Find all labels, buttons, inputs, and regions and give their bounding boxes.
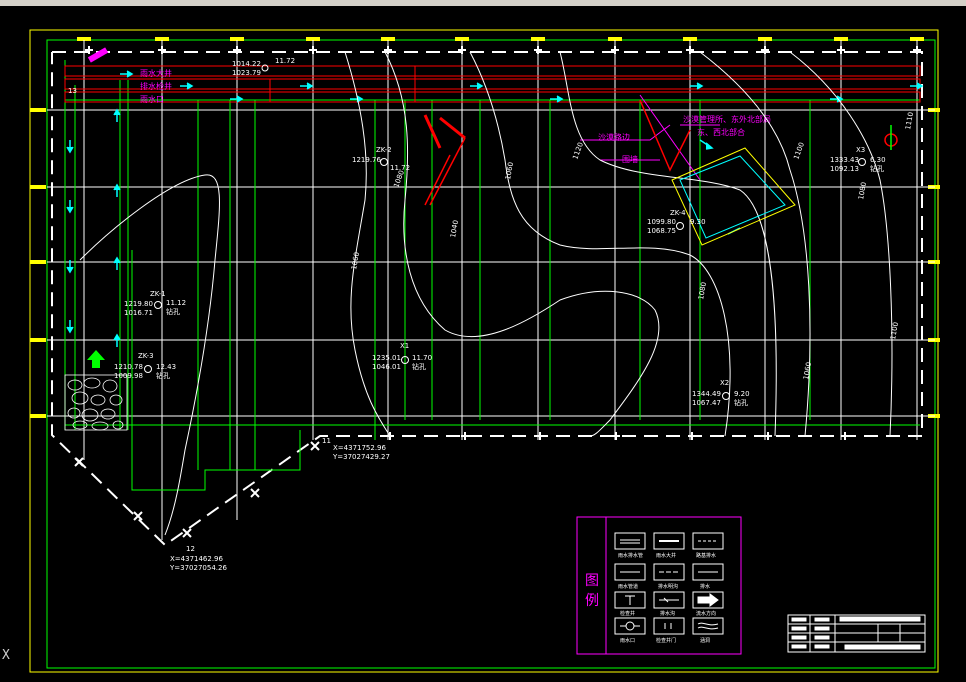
canvas-background	[0, 6, 966, 682]
svg-text:1344.49: 1344.49	[692, 390, 721, 398]
svg-text:雨水口: 雨水口	[620, 637, 635, 644]
svg-text:11.72: 11.72	[275, 57, 295, 65]
svg-text:6.30: 6.30	[870, 156, 886, 164]
annotation-purple-4: 围墙	[622, 154, 638, 164]
svg-text:ZK-2: ZK-2	[376, 146, 392, 154]
svg-text:1210.78: 1210.78	[114, 363, 143, 371]
svg-text:检查井: 检查井	[620, 610, 635, 617]
svg-text:12: 12	[186, 545, 195, 553]
svg-text:1023.79: 1023.79	[232, 69, 261, 77]
svg-text:9.20: 9.20	[734, 390, 750, 398]
svg-text:X=4371752.96: X=4371752.96	[333, 444, 387, 452]
svg-text:1016.71: 1016.71	[124, 309, 153, 317]
svg-text:涵洞: 涵洞	[700, 637, 710, 644]
svg-text:X2: X2	[720, 379, 729, 387]
svg-text:1068.75: 1068.75	[647, 227, 676, 235]
svg-text:1235.01: 1235.01	[372, 354, 401, 362]
annotation-purple-3: 东、西北部合	[697, 127, 745, 137]
svg-text:排水: 排水	[700, 583, 710, 590]
legend-title-2: 例	[585, 593, 599, 609]
svg-text:11: 11	[322, 437, 331, 445]
svg-text:ZK-1: ZK-1	[150, 290, 166, 298]
svg-text:排水明沟: 排水明沟	[658, 583, 678, 590]
svg-text:9.30: 9.30	[690, 218, 706, 226]
svg-text:1219.80: 1219.80	[124, 300, 153, 308]
svg-text:1046.01: 1046.01	[372, 363, 401, 371]
svg-text:11.12: 11.12	[166, 299, 186, 307]
svg-text:钻孔: 钻孔	[734, 398, 748, 407]
svg-text:11.72: 11.72	[390, 164, 410, 172]
svg-text:11.70: 11.70	[412, 354, 432, 362]
svg-text:雨水管道: 雨水管道	[618, 583, 638, 590]
annotation-purple-2: 沙漠路边	[598, 132, 630, 142]
pipe-label-2: 排水检井	[140, 81, 172, 91]
svg-text:钻孔: 钻孔	[870, 164, 884, 173]
pipe-label-1: 雨水大井	[140, 68, 172, 78]
svg-text:1014.22: 1014.22	[232, 60, 261, 68]
annotation-purple-1: 沙漠管理所、东外北部局	[683, 114, 771, 124]
svg-text:1333.43: 1333.43	[830, 156, 859, 164]
svg-text:雨水大井: 雨水大井	[656, 552, 676, 559]
svg-text:1067.47: 1067.47	[692, 399, 721, 407]
svg-text:钻孔: 钻孔	[412, 362, 426, 371]
svg-text:钻孔: 钻孔	[156, 371, 170, 380]
svg-text:雨水排水管: 雨水排水管	[618, 552, 643, 559]
svg-text:13: 13	[68, 87, 77, 95]
svg-text:检查井门: 检查井门	[656, 637, 676, 644]
svg-text:1099.80: 1099.80	[647, 218, 676, 226]
pipe-label-3: 雨水口	[140, 94, 164, 104]
svg-text:ZK-4: ZK-4	[670, 209, 686, 217]
svg-text:路基排水: 路基排水	[696, 552, 716, 559]
svg-text:X3: X3	[856, 146, 865, 154]
ucs-axis-x-label: X	[2, 648, 10, 663]
svg-text:1009.98: 1009.98	[114, 372, 143, 380]
svg-text:Y=37027054.26: Y=37027054.26	[169, 564, 227, 572]
svg-text:X1: X1	[400, 342, 409, 350]
svg-text:12.43: 12.43	[156, 363, 176, 371]
legend-title-1: 图	[585, 573, 599, 589]
svg-text:ZK-3: ZK-3	[138, 352, 154, 360]
svg-text:钻孔: 钻孔	[166, 307, 180, 316]
cad-drawing-canvas[interactable]: 雨水大井 排水检井 雨水口 沙漠管理所、东外北部局 沙漠路边 东、西北部合 围墙	[0, 6, 966, 682]
svg-text:X=4371462.96: X=4371462.96	[170, 555, 224, 563]
svg-text:1219.76: 1219.76	[352, 156, 381, 164]
svg-text:流水方向: 流水方向	[696, 610, 716, 617]
svg-text:1092.13: 1092.13	[830, 165, 859, 173]
svg-text:排水沟: 排水沟	[660, 610, 675, 617]
svg-text:Y=37027429.27: Y=37027429.27	[332, 453, 390, 461]
